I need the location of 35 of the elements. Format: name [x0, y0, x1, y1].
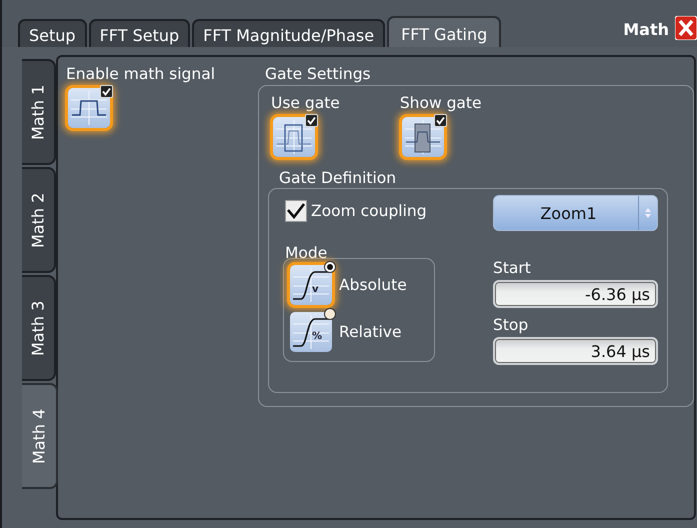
side-tab[interactable]: Math 2	[22, 167, 56, 273]
option-label: Absolute	[339, 276, 407, 294]
section-title: Mode	[285, 244, 328, 262]
close-icon	[675, 16, 697, 40]
field-label: Stop	[493, 316, 530, 334]
field-label: Show gate	[400, 94, 482, 112]
gate-icon	[276, 120, 312, 154]
field-label: Use gate	[271, 94, 340, 112]
tab[interactable]: FFT Setup	[88, 19, 190, 47]
start-field[interactable]: -6.36 µs	[493, 280, 658, 308]
side-tab[interactable]: Math 3	[22, 275, 56, 381]
step-curve-icon	[293, 315, 329, 349]
section-title: Gate Settings	[264, 65, 371, 83]
section-title: Gate Definition	[279, 169, 396, 187]
close-button[interactable]	[675, 16, 697, 43]
tab[interactable]: Setup	[18, 19, 87, 47]
window-title: Math	[623, 20, 669, 39]
checkbox-label: Zoom coupling	[311, 202, 427, 220]
checkbox[interactable]	[285, 200, 307, 222]
use-gate-toggle[interactable]	[273, 117, 315, 157]
tab[interactable]: FFT Gating	[387, 16, 502, 47]
step-curve-icon	[293, 268, 329, 302]
shaded-gate-icon	[404, 120, 441, 154]
zoom-dropdown[interactable]: Zoom1	[493, 195, 658, 231]
option-label: Relative	[339, 323, 402, 341]
side-tab[interactable]: Math 1	[22, 59, 56, 165]
tab[interactable]: FFT Magnitude/Phase	[192, 19, 386, 47]
field-label: Enable math signal	[66, 65, 215, 83]
spinner-icon	[645, 208, 651, 218]
enable-math-toggle[interactable]	[68, 88, 110, 128]
field-label: Start	[493, 259, 532, 277]
show-gate-toggle[interactable]	[402, 117, 444, 157]
side-tab[interactable]: Math 4	[22, 383, 58, 489]
stop-field[interactable]: 3.64 µs	[493, 337, 658, 365]
waveform-icon	[71, 91, 107, 125]
